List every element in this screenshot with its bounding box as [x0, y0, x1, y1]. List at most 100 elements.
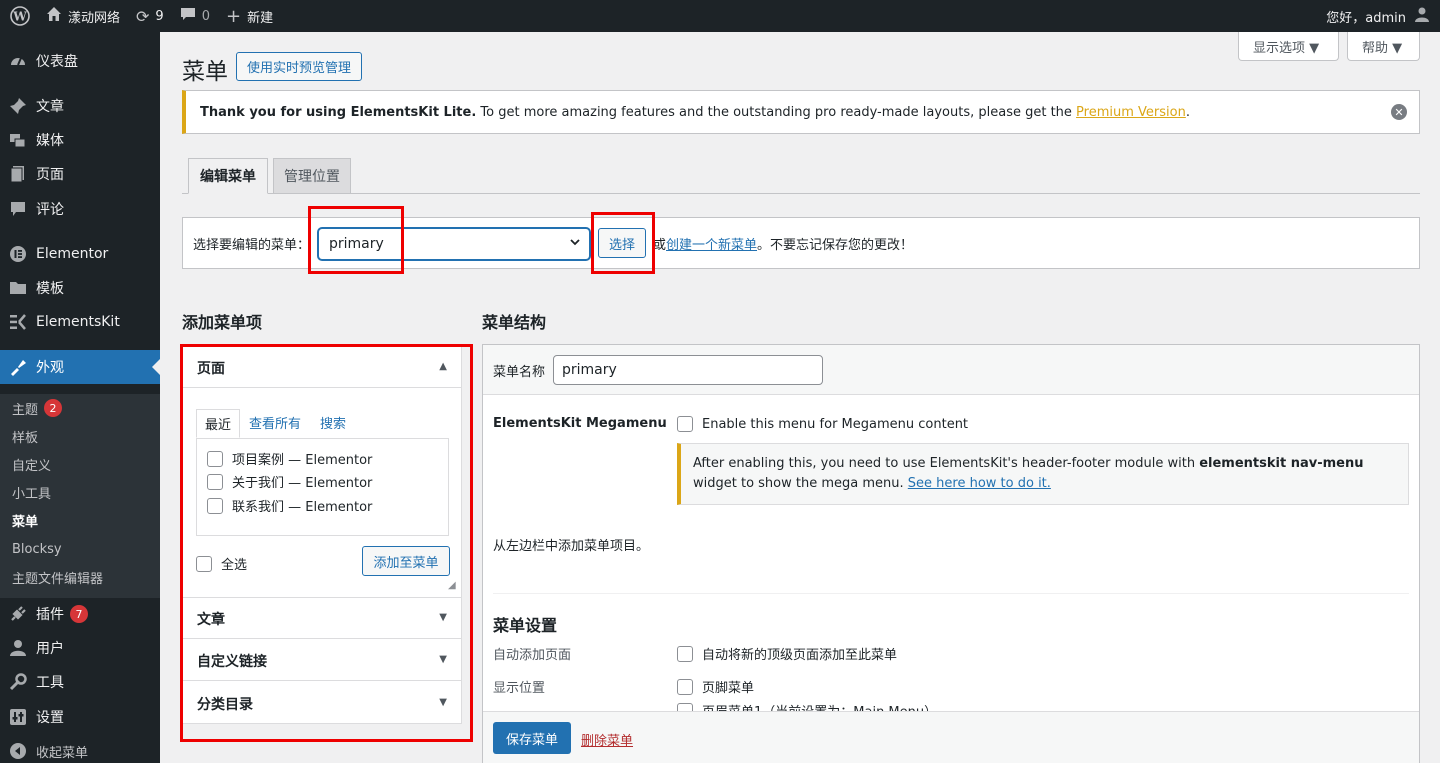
svg-text:W: W: [12, 10, 27, 24]
sidebar-item-elementor[interactable]: Elementor: [0, 237, 160, 271]
auto-add-option[interactable]: 自动将新的顶级页面添加至此菜单: [677, 644, 897, 663]
megamenu-label: ElementsKit Megamenu: [493, 416, 667, 431]
premium-version-link[interactable]: Premium Version: [1076, 105, 1186, 120]
folder-icon: [0, 280, 36, 296]
megamenu-info-box: After enabling this, you need to use Ele…: [677, 443, 1409, 505]
sidebar-item-settings[interactable]: 设置: [0, 700, 160, 734]
megamenu-checkbox[interactable]: [677, 416, 693, 432]
submenu-item-customize[interactable]: 自定义: [12, 454, 51, 474]
themes-update-badge: 2: [44, 399, 63, 417]
sidebar-item-label: 页面: [36, 167, 64, 183]
display-location-label: 显示位置: [493, 681, 546, 696]
sidebar-item-label: 外观: [36, 360, 64, 376]
sidebar-item-appearance[interactable]: 外观: [0, 350, 160, 384]
comments-link[interactable]: 0: [172, 0, 218, 32]
menu-structure-title: 菜单结构: [482, 313, 547, 332]
save-reminder: 。不要忘记保存您的更改！: [757, 238, 914, 253]
notice-bold: Thank you for using ElementsKit Lite.: [200, 104, 477, 120]
sidebar-item-label: 仪表盘: [36, 54, 78, 70]
sidebar-item-posts[interactable]: 文章: [0, 89, 160, 123]
sidebar-item-label: 工具: [36, 675, 64, 691]
sidebar-item-label: 设置: [36, 710, 64, 726]
admin-sidebar: 仪表盘 文章 媒体 页面 评论 Elementor 模板 ElementsKit…: [0, 32, 160, 763]
sidebar-item-dashboard[interactable]: 仪表盘: [0, 44, 160, 78]
auto-add-checkbox-label: 自动将新的顶级页面添加至此菜单: [702, 648, 898, 663]
dismiss-notice-icon[interactable]: ✕: [1391, 104, 1407, 120]
sidebar-item-templates[interactable]: 模板: [0, 271, 160, 305]
sidebar-item-label: 评论: [36, 202, 64, 218]
sidebar-item-label: 用户: [36, 641, 64, 657]
plugin-icon: [0, 605, 36, 623]
notice-body: To get more amazing features and the out…: [476, 104, 1077, 120]
updates-link[interactable]: ⟳ 9: [128, 0, 172, 32]
info-text: After enabling this, you need to use Ele…: [693, 456, 1200, 471]
submenu-item-label: 主题文件编辑器: [12, 571, 104, 587]
new-label: 新建: [247, 10, 274, 26]
sidebar-item-comments[interactable]: 评论: [0, 192, 160, 226]
submenu-item-menus[interactable]: 菜单: [12, 510, 38, 530]
info-bold: elementskit nav-menu: [1199, 456, 1364, 471]
appearance-submenu: 主题 2 样板 自定义 小工具 菜单 Blocksy 主题文件编辑器: [0, 394, 160, 598]
settings-divider: [493, 593, 1409, 594]
sidebar-item-label: Elementor: [36, 246, 109, 262]
delete-menu-link[interactable]: 删除菜单: [581, 730, 633, 749]
screen-options-button[interactable]: 显示选项 ▼: [1238, 32, 1339, 61]
site-name-link[interactable]: 漾动网络: [38, 0, 128, 32]
auto-add-checkbox[interactable]: [677, 645, 693, 662]
sidebar-collapse-menu[interactable]: 收起菜单: [0, 734, 160, 763]
tab-manage-locations[interactable]: 管理位置: [273, 158, 351, 194]
live-preview-button[interactable]: 使用实时预览管理: [236, 52, 362, 81]
save-menu-button[interactable]: 保存菜单: [493, 722, 571, 754]
my-account-link[interactable]: 您好，admin: [1318, 0, 1440, 32]
plus-icon: +: [225, 5, 242, 27]
sidebar-item-pages[interactable]: 页面: [0, 157, 160, 191]
pin-icon: [0, 97, 36, 115]
page-icon: [0, 165, 36, 183]
highlight-box-menu-select: [308, 206, 404, 274]
location-footer-label: 页脚菜单: [702, 681, 755, 696]
media-icon: [0, 131, 36, 149]
new-content-link[interactable]: + 新建: [218, 0, 281, 32]
see-how-link[interactable]: See here how to do it.: [908, 476, 1051, 491]
submenu-item-label: 自定义: [12, 458, 52, 474]
menu-name-value: primary: [562, 362, 617, 378]
submenu-item-label: 主题: [12, 402, 39, 418]
wrench-icon: [0, 673, 36, 691]
plugins-update-badge: 7: [70, 605, 88, 623]
submenu-item-label: 小工具: [12, 486, 52, 502]
sidebar-item-elementskit[interactable]: ElementsKit: [0, 305, 160, 339]
sidebar-item-media[interactable]: 媒体: [0, 123, 160, 157]
appearance-icon: [0, 358, 36, 376]
sidebar-item-users[interactable]: 用户: [0, 631, 160, 665]
info-text-2: widget to show the mega menu.: [693, 476, 908, 491]
menu-structure-panel: 菜单名称 primary ElementsKit Megamenu Enable…: [482, 344, 1420, 763]
settings-icon: [0, 708, 36, 726]
create-new-menu-link[interactable]: 创建一个新菜单: [666, 238, 757, 253]
menu-name-bar: 菜单名称 primary: [483, 345, 1419, 395]
location-footer-checkbox[interactable]: [677, 678, 693, 695]
help-button[interactable]: 帮助 ▼: [1347, 32, 1420, 61]
submenu-item-widgets[interactable]: 小工具: [12, 482, 51, 502]
tabs-divider: [182, 193, 1420, 194]
notice-end: .: [1185, 104, 1190, 120]
location-footer-option[interactable]: 页脚菜单: [677, 677, 754, 696]
greeting: 您好，admin: [1326, 10, 1406, 26]
select-menu-label: 选择要编辑的菜单：: [193, 238, 311, 253]
comments-count: 0: [201, 8, 210, 24]
submenu-item-theme-editor[interactable]: 主题文件编辑器: [12, 567, 103, 587]
megamenu-option[interactable]: Enable this menu for Megamenu content: [677, 416, 968, 432]
add-menu-items-title: 添加菜单项: [182, 313, 263, 332]
submenu-item-label: Blocksy: [12, 541, 62, 557]
sidebar-item-tools[interactable]: 工具: [0, 665, 160, 699]
submenu-item-patterns[interactable]: 样板: [12, 426, 38, 446]
submenu-item-blocksy[interactable]: Blocksy: [12, 539, 62, 559]
home-icon: [46, 6, 62, 26]
auto-add-label: 自动添加页面: [493, 648, 572, 663]
elementskit-notice: Thank you for using ElementsKit Lite. To…: [182, 90, 1420, 134]
wordpress-logo-icon[interactable]: W: [0, 0, 38, 32]
menu-name-input[interactable]: primary: [553, 355, 823, 385]
tab-edit-menus[interactable]: 编辑菜单: [188, 158, 268, 194]
submenu-item-themes[interactable]: 主题 2: [12, 398, 63, 418]
elementor-icon: [0, 245, 36, 263]
sidebar-item-plugins[interactable]: 插件 7: [0, 597, 160, 631]
